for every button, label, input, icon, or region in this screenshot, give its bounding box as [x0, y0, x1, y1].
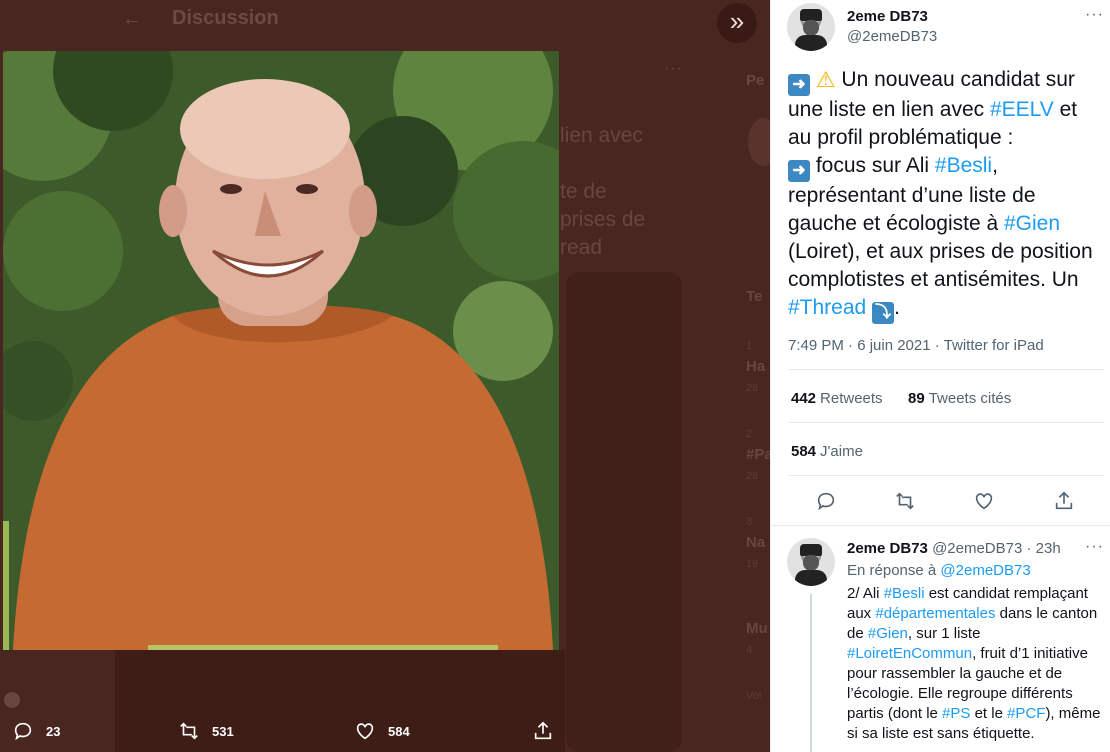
reply-icon: [817, 492, 835, 511]
divider: [771, 525, 1110, 526]
heart-icon: [356, 723, 374, 740]
tweet-text: ➜ ⚠ Un nouveau candidat sur une liste en…: [788, 66, 1104, 324]
hashtag-link[interactable]: #départementales: [875, 605, 995, 622]
background-title: Discussion: [172, 7, 279, 29]
background-side-small: 19: [746, 558, 759, 570]
arrow-right-emoji-icon: ➜: [788, 160, 810, 182]
background-side-label: Pe: [746, 72, 765, 89]
photo-like-count: 584: [388, 723, 410, 739]
likes-stat[interactable]: 584 J'aime: [791, 443, 863, 460]
hashtag-link[interactable]: #Besli: [935, 154, 992, 177]
photo-share-button[interactable]: [532, 720, 554, 742]
more-options-icon[interactable]: ···: [1085, 6, 1104, 24]
tweet-author-handle[interactable]: @2emeDB73: [847, 28, 937, 45]
reply-text-segment: , sur 1 liste: [907, 625, 981, 642]
tweet-panel: 2eme DB73 @2emeDB73 ··· ➜ ⚠ Un nouveau c…: [770, 0, 1110, 752]
background-text: prises de: [560, 208, 646, 231]
heart-icon: [975, 493, 993, 510]
background-text: read: [560, 236, 603, 259]
reply-avatar[interactable]: [787, 538, 835, 586]
hashtag-link[interactable]: #Gien: [1004, 212, 1060, 235]
tweet-text-segment: .: [894, 296, 900, 319]
quotes-label: Tweets cités: [928, 390, 1012, 407]
reply-author-meta: @2emeDB73 · 23h: [932, 540, 1061, 557]
background-side-small: Voi: [746, 690, 762, 702]
hashtag-link[interactable]: #Besli: [884, 585, 925, 602]
reply-text: 2/ Ali #Besli est candidat remplaçant au…: [847, 584, 1105, 744]
replying-to-handle-link[interactable]: @2emeDB73: [940, 562, 1030, 579]
arrow-right-emoji-icon: ➜: [788, 74, 810, 96]
quotes-count: 89: [908, 390, 925, 407]
likes-label: J'aime: [820, 443, 863, 460]
background-side-small: 1 ·: [746, 340, 759, 352]
background-avatar: [748, 118, 770, 166]
reply-text-segment: et le: [970, 705, 1008, 722]
photo-reply-button[interactable]: 23: [12, 720, 60, 742]
warning-emoji-icon: ⚠: [815, 67, 836, 92]
arrow-down-emoji-icon: ⤵: [872, 302, 895, 324]
share-button[interactable]: [1053, 490, 1075, 512]
background-side-small: 28: [746, 470, 759, 482]
hashtag-link[interactable]: #Gien: [868, 625, 908, 642]
tweet-text-segment: focus sur Ali: [810, 154, 935, 177]
background-side-label: #Pa: [746, 446, 770, 463]
hashtag-link[interactable]: #LoiretEnCommun: [847, 645, 972, 662]
background-side-small: 28: [746, 382, 759, 394]
photo-action-bar: 23 531 584: [0, 712, 600, 752]
background-side-label: Te: [746, 288, 763, 305]
tweet-author-name[interactable]: 2eme DB73: [847, 8, 928, 25]
background-sidebar: Pe Te 1 · Ha 28 2 · #Pa 28 3 · Na 19 Mu …: [740, 0, 770, 752]
hashtag-link[interactable]: #PS: [942, 705, 970, 722]
tweet-photo[interactable]: [3, 51, 559, 650]
hashtag-link[interactable]: #EELV: [990, 98, 1054, 121]
background-card: [566, 272, 682, 752]
photo-reply-count: 23: [46, 723, 61, 739]
likes-count: 584: [791, 443, 817, 460]
background-side-label: Na: [746, 534, 766, 551]
background-more-icon: ···: [664, 60, 683, 77]
divider: [788, 422, 1104, 423]
retweets-stat[interactable]: 442 Retweets: [791, 390, 883, 407]
retweet-button[interactable]: [894, 490, 916, 512]
hashtag-link[interactable]: #PCF: [1007, 705, 1045, 722]
background-side-label: Ha: [746, 358, 766, 375]
background-text: te de: [560, 180, 607, 203]
expand-panel-button[interactable]: »: [717, 3, 757, 43]
background-side-label: Mu: [746, 620, 768, 637]
retweet-icon: [180, 722, 198, 740]
like-button[interactable]: [973, 490, 995, 512]
reply-author[interactable]: 2eme DB73 @2emeDB73 · 23h: [847, 540, 1061, 557]
thread-line: [810, 594, 812, 752]
hashtag-link[interactable]: #Thread: [788, 296, 866, 319]
photo-retweet-count: 531: [212, 723, 234, 739]
quotes-stat[interactable]: 89 Tweets cités: [908, 390, 1011, 407]
reply-more-options-icon[interactable]: ···: [1085, 538, 1104, 556]
tweet-text-segment: (Loiret), et aux prises de position comp…: [788, 240, 1093, 291]
reply-button[interactable]: [815, 490, 837, 512]
background-side-small: 2 ·: [746, 428, 759, 440]
divider: [788, 369, 1104, 370]
share-icon: [1055, 491, 1073, 510]
avatar[interactable]: [787, 3, 835, 51]
background-side-small: 3 ·: [746, 516, 759, 528]
retweets-label: Retweets: [820, 390, 883, 407]
background-header: ← Discussion: [0, 0, 700, 40]
reply-text-segment: 2/ Ali: [847, 585, 884, 602]
reply-author-name: 2eme DB73: [847, 540, 928, 557]
background-settings-icon: [4, 692, 20, 708]
share-icon: [534, 721, 552, 740]
reply-icon: [14, 722, 32, 741]
photo-retweet-button[interactable]: 531: [178, 720, 234, 742]
background-side-small: 4 ·: [746, 644, 759, 656]
replying-to-label: En réponse à: [847, 562, 941, 579]
replying-to: En réponse à @2emeDB73: [847, 562, 1031, 579]
photo-like-button[interactable]: 584: [354, 720, 410, 742]
back-arrow-icon[interactable]: ←: [122, 8, 142, 31]
tweet-timestamp[interactable]: 7:49 PM · 6 juin 2021 · Twitter for iPad: [788, 337, 1044, 354]
divider: [788, 475, 1104, 476]
background-text: lien avec: [560, 124, 643, 147]
photo-illustration: [3, 51, 559, 650]
retweet-icon: [896, 492, 914, 510]
retweets-count: 442: [791, 390, 817, 407]
